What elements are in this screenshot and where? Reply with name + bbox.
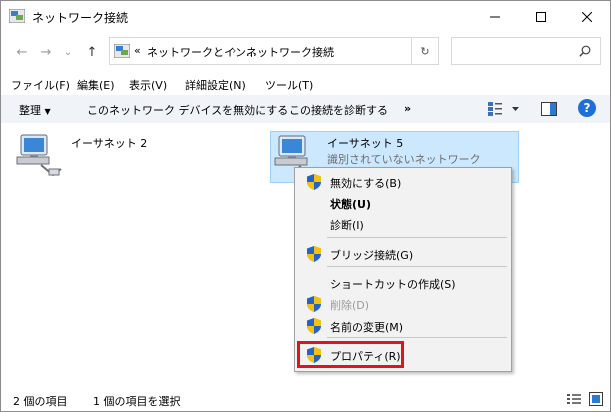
context-menu-item: 削除(D) xyxy=(297,293,509,315)
menu-tools[interactable]: ツール(T) xyxy=(265,77,313,93)
refresh-icon: ↻ xyxy=(420,44,430,58)
network-item-name: イーサネット 2 xyxy=(71,137,148,150)
preview-pane-icon xyxy=(541,102,557,116)
up-arrow-icon: ↑ xyxy=(86,44,98,60)
maximize-button[interactable] xyxy=(518,1,564,32)
network-connections-icon xyxy=(114,44,130,58)
menu-view[interactable]: 表示(V) xyxy=(129,77,167,93)
organize-label: 整理 xyxy=(19,104,41,117)
highlight-box xyxy=(297,341,404,368)
menu-separator xyxy=(327,237,507,238)
title-bar[interactable]: ネットワーク接続 xyxy=(1,1,610,32)
up-button[interactable]: ↑ xyxy=(83,43,101,61)
refresh-button[interactable]: ↻ xyxy=(411,37,439,65)
context-menu-item[interactable]: ブリッジ接続(G) xyxy=(297,243,509,265)
uac-shield-icon xyxy=(307,296,321,315)
breadcrumb-item[interactable]: ネットワークとイン... xyxy=(147,44,257,60)
context-menu-item[interactable]: 名前の変更(M) xyxy=(297,315,509,337)
change-view-button[interactable] xyxy=(488,101,520,120)
minimize-button[interactable] xyxy=(472,1,518,32)
menu-separator xyxy=(327,337,507,338)
help-button[interactable]: ? xyxy=(578,99,596,117)
forward-button[interactable]: → xyxy=(37,43,55,61)
help-icon: ? xyxy=(583,101,591,115)
context-menu-label: ブリッジ接続(G) xyxy=(330,249,414,262)
network-item-status: 識別されていないネットワーク xyxy=(327,153,481,166)
back-icon: ← xyxy=(16,44,28,60)
close-icon xyxy=(582,11,592,22)
context-menu-item[interactable]: 無効にする(B) xyxy=(297,171,509,193)
breadcrumb-separator[interactable]: › xyxy=(232,44,236,57)
command-bar: 整理 ▼ このネットワーク デバイスを無効にする この接続を診断する » ? xyxy=(1,95,610,123)
window-title: ネットワーク接続 xyxy=(32,11,129,25)
preview-pane-button[interactable] xyxy=(541,102,557,119)
details-view-icon[interactable] xyxy=(567,393,581,405)
context-menu-label: 無効にする(B) xyxy=(330,177,402,190)
context-menu-item[interactable]: 診断(I) xyxy=(297,213,509,235)
view-options-icon xyxy=(488,102,519,116)
context-menu-label: ショートカットの作成(S) xyxy=(330,278,456,291)
menu-advanced[interactable]: 詳細設定(N) xyxy=(185,77,246,93)
menu-separator xyxy=(327,266,507,267)
context-menu-label: 診断(I) xyxy=(330,219,364,232)
organize-button[interactable]: 整理 ▼ xyxy=(19,102,51,118)
explorer-window: ネットワーク接続 ← → ⌄ ↑ « ネットワークとイン... › ネットワーク… xyxy=(0,0,611,412)
context-menu-label: 削除(D) xyxy=(330,299,370,312)
menu-edit[interactable]: 編集(E) xyxy=(77,77,115,93)
selected-count: 1 個の項目を選択 xyxy=(93,395,181,408)
context-menu-label: 名前の変更(M) xyxy=(330,321,404,334)
chevron-down-icon: ⌄ xyxy=(63,46,73,58)
context-menu-item[interactable]: ショートカットの作成(S) xyxy=(297,272,509,294)
disable-device-button[interactable]: このネットワーク デバイスを無効にする xyxy=(87,102,288,118)
breadcrumb-overflow[interactable]: « xyxy=(134,44,141,57)
uac-shield-icon xyxy=(307,246,321,265)
breadcrumb-item[interactable]: ネットワーク接続 xyxy=(246,44,334,60)
uac-shield-icon xyxy=(307,318,321,337)
more-commands-button[interactable]: » xyxy=(404,102,411,115)
network-adapter-icon xyxy=(16,134,62,177)
search-input[interactable] xyxy=(451,37,601,65)
diagnose-button[interactable]: この接続を診断する xyxy=(289,102,388,118)
menu-bar: ファイル(F) 編集(E) 表示(V) 詳細設定(N) ツール(T) xyxy=(1,73,610,95)
maximize-icon xyxy=(536,11,546,22)
search-icon xyxy=(579,45,591,57)
chevron-down-icon: ▼ xyxy=(44,107,51,116)
close-button[interactable] xyxy=(564,1,610,32)
large-icons-view-icon[interactable] xyxy=(589,392,603,406)
context-menu-label: 状態(U) xyxy=(330,198,371,211)
forward-icon: → xyxy=(40,44,52,60)
recent-locations-button[interactable]: ⌄ xyxy=(59,43,77,61)
menu-file[interactable]: ファイル(F) xyxy=(11,77,70,93)
item-count: 2 個の項目 xyxy=(13,395,68,408)
back-button[interactable]: ← xyxy=(13,43,31,61)
uac-shield-icon xyxy=(307,174,321,193)
minimize-icon xyxy=(490,16,500,17)
status-bar: 2 個の項目 1 個の項目を選択 xyxy=(1,387,610,411)
address-bar[interactable]: « ネットワークとイン... › ネットワーク接続 xyxy=(109,37,439,65)
network-connections-icon xyxy=(9,9,25,23)
context-menu-item[interactable]: 状態(U) xyxy=(297,192,509,214)
network-item-name: イーサネット 5 xyxy=(327,137,404,150)
